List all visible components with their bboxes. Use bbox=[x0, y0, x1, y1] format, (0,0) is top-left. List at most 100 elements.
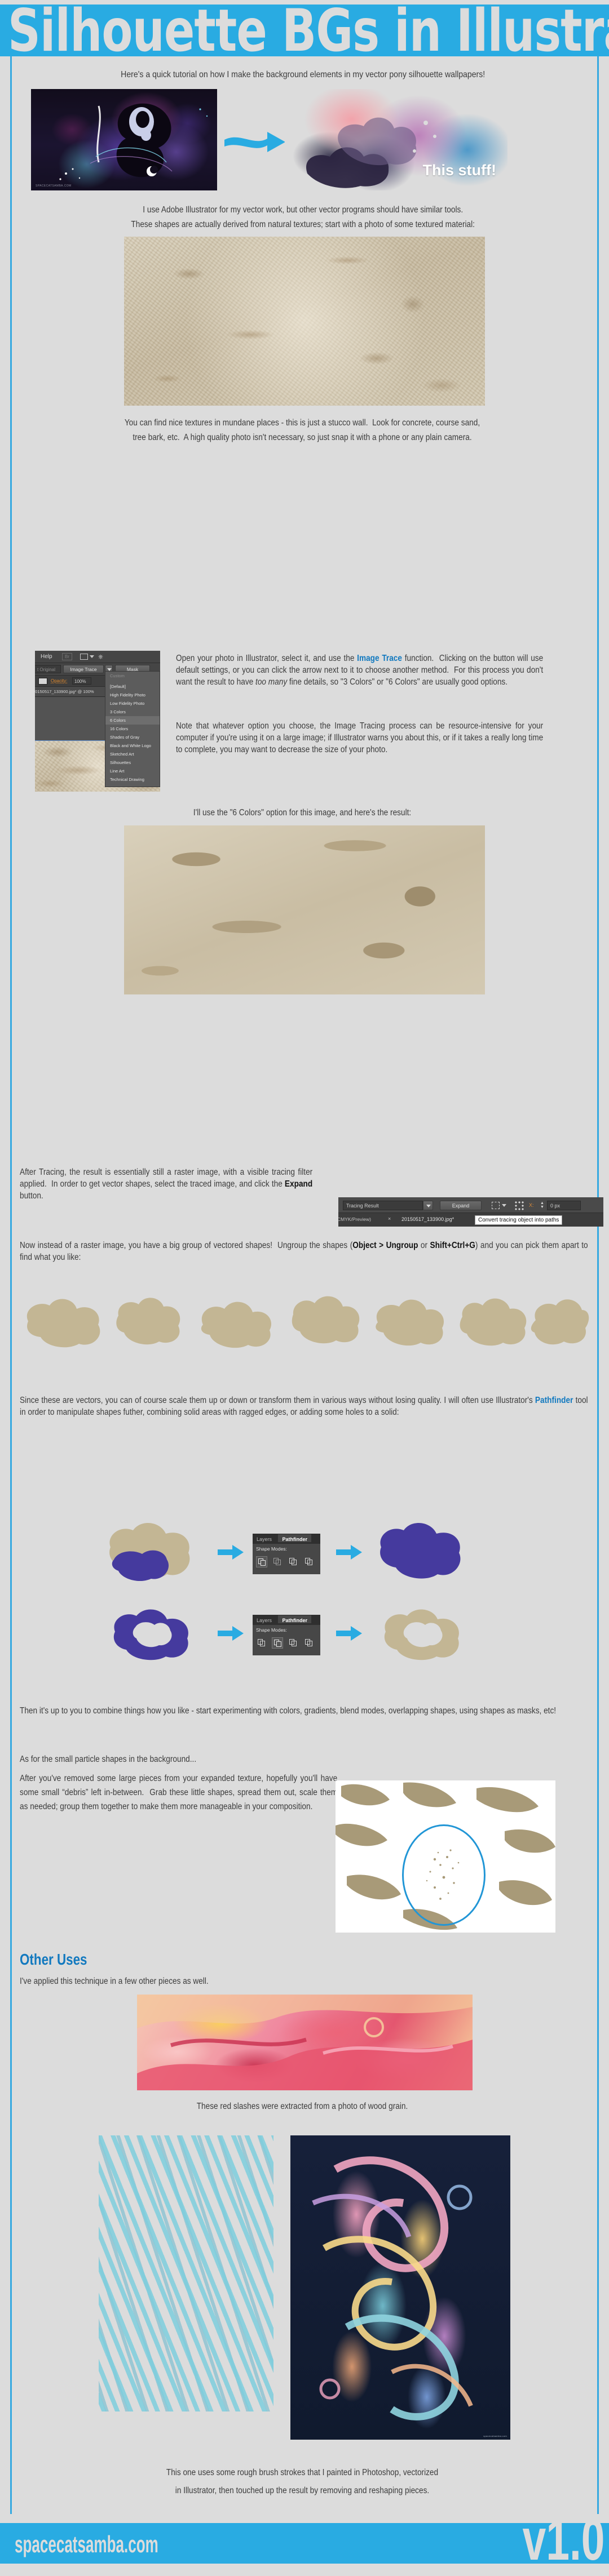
tab-pathfinder[interactable]: Pathfinder bbox=[278, 1534, 311, 1542]
menu-item-shades-of-gray[interactable]: Shades of Gray bbox=[105, 733, 160, 741]
image-trace-button[interactable]: Image Trace bbox=[63, 665, 104, 673]
pathfinder-arrow-2-icon bbox=[336, 1545, 362, 1560]
pathfinder-term: Pathfinder bbox=[535, 1396, 573, 1405]
red-slashes-artwork bbox=[137, 1995, 473, 2090]
expand-toolbar-row: Tracing Result Expand X: ▲ ▼ 0 px bbox=[338, 1197, 603, 1213]
trace-p1-ital: too many bbox=[255, 677, 288, 687]
version-label: v1.0 bbox=[522, 2523, 604, 2564]
tools-line-1: I use Adobe Illustrator for my vector wo… bbox=[143, 205, 464, 215]
bridge-button[interactable]: Br bbox=[62, 653, 72, 660]
menu-item-6-colors[interactable]: 6 Colors bbox=[105, 716, 160, 725]
opacity-value[interactable]: 100% bbox=[72, 677, 91, 685]
document-title: 20150517_133900.jpg* @ 100% bbox=[35, 689, 94, 694]
shape-mode-exclude-icon-2[interactable] bbox=[303, 1637, 315, 1649]
tab-layers-2[interactable]: Layers bbox=[253, 1615, 276, 1623]
shape-mode-minus-front-icon-2[interactable] bbox=[272, 1637, 283, 1649]
ungroup-bold-object: Object > Ungroup bbox=[352, 1241, 418, 1250]
texture-line-2: tree bark, etc. A high quality photo isn… bbox=[133, 433, 472, 442]
this-stuff-label: This stuff! bbox=[422, 162, 496, 179]
combine-paragraph-2: After you've removed some large pieces f… bbox=[20, 1774, 338, 1811]
image-trace-preset-menu[interactable]: Custom [Default] High Fidelity Photo Low… bbox=[105, 671, 160, 787]
debris-highlight-circle bbox=[402, 1824, 486, 1926]
tracing-preset-field[interactable]: Tracing Result bbox=[343, 1201, 423, 1210]
expand-doc-tabs: CMYK/Preview) × 20150517_133900.jpg* Con… bbox=[338, 1213, 603, 1227]
intro-line: Here's a quick tutorial on how I make th… bbox=[121, 70, 486, 79]
transform-grid-icon[interactable] bbox=[514, 1201, 524, 1210]
shape-modes-label-2: Shape Modes: bbox=[256, 1627, 287, 1633]
tab-layers[interactable]: Layers bbox=[253, 1534, 276, 1542]
stepper-icon[interactable]: ▲ ▼ bbox=[540, 1201, 545, 1210]
red-slash-shapes bbox=[137, 1995, 473, 2090]
pathfinder-demo-row-1-after bbox=[380, 1523, 461, 1579]
close-icon[interactable]: × bbox=[388, 1216, 391, 1222]
expand-tooltip: Convert tracing object into paths bbox=[475, 1215, 563, 1225]
poster-swirls bbox=[312, 2156, 473, 2420]
px-value-field[interactable]: 0 px bbox=[547, 1201, 581, 1210]
isolate-selection-icon[interactable] bbox=[492, 1202, 500, 1209]
shape-mode-minus-front-icon[interactable] bbox=[272, 1556, 283, 1567]
shape-mode-exclude-icon[interactable] bbox=[303, 1556, 315, 1567]
shape-mode-intersect-icon[interactable] bbox=[288, 1556, 299, 1567]
menu-item-custom[interactable]: Custom bbox=[105, 672, 160, 680]
menu-item-technical-drawing[interactable]: Technical Drawing bbox=[105, 775, 160, 784]
fill-swatch[interactable] bbox=[38, 678, 47, 685]
ai-menubar: Help Br ⎈ bbox=[35, 651, 160, 663]
pathfinder-demo-row-2-after bbox=[384, 1609, 459, 1660]
trace-p1-a: Open your photo in Illustrator, select i… bbox=[176, 654, 358, 663]
menu-item-line-art[interactable]: Line Art bbox=[105, 767, 160, 775]
menu-item-black-and-white-logo[interactable]: Black and White Logo bbox=[105, 741, 160, 750]
pathfinder-demo-row-2-before bbox=[113, 1609, 188, 1660]
pony-silhouette-art bbox=[59, 103, 208, 180]
pathfinder-tabs-1: Layers Pathfinder bbox=[253, 1534, 320, 1544]
workspace-switcher-icon[interactable]: ⎈ bbox=[98, 654, 103, 661]
vector-shapes-row bbox=[27, 1296, 589, 1348]
shape-mode-unite-icon[interactable] bbox=[256, 1556, 267, 1567]
pathfinder-demo-row-1-before bbox=[109, 1523, 190, 1582]
chevron-down-icon[interactable] bbox=[90, 655, 94, 658]
poster-watermark: spacecatsamba.com bbox=[483, 2435, 507, 2437]
ungroup-a: Now instead of a raster image, you have … bbox=[20, 1241, 353, 1250]
align-x-icon[interactable]: X: bbox=[529, 1202, 534, 1208]
tab-pathfinder-2[interactable]: Pathfinder bbox=[278, 1615, 311, 1623]
chevron-down-icon[interactable] bbox=[502, 1204, 506, 1207]
footer-banner: v1.0 spacecatsamba.com bbox=[0, 2523, 609, 2564]
embed-original-button[interactable]: t Original bbox=[35, 665, 61, 673]
expand-button[interactable]: Expand bbox=[440, 1201, 482, 1210]
expand-toolbar-screenshot: Tracing Result Expand X: ▲ ▼ 0 px CMYK/Pr… bbox=[338, 1197, 603, 1227]
menu-item-3-colors[interactable]: 3 Colors bbox=[105, 708, 160, 716]
tab-document[interactable]: 20150517_133900.jpg* bbox=[401, 1216, 454, 1222]
shape-mode-unite-icon-2[interactable] bbox=[256, 1637, 267, 1649]
arrange-documents-icon[interactable] bbox=[80, 654, 88, 660]
pathfinder-tabs-2: Layers Pathfinder bbox=[253, 1615, 320, 1625]
pathfinder-arrow-3-icon bbox=[218, 1626, 244, 1641]
menu-item-sketched-art[interactable]: Sketched Art bbox=[105, 750, 160, 758]
trace-p1-c: fine details, so "3 Colors" or "6 Colors… bbox=[287, 677, 508, 687]
ungroup-bold-shortcut: Shift+Ctrl+G bbox=[430, 1241, 475, 1250]
expand-a: After Tracing, the result is essentially… bbox=[20, 1167, 315, 1189]
menu-item-silhouettes[interactable]: Silhouettes bbox=[105, 758, 160, 767]
debris-detail-image bbox=[336, 1780, 555, 1933]
other-uses-heading: Other Uses bbox=[20, 1951, 87, 1968]
pathfinder-panel-2: Layers Pathfinder Shape Modes: bbox=[253, 1615, 320, 1655]
expand-bold: Expand bbox=[284, 1179, 313, 1189]
traced-result-image bbox=[124, 825, 485, 994]
teal-brush-artwork bbox=[99, 2135, 273, 2411]
shape-mode-intersect-icon-2[interactable] bbox=[288, 1637, 299, 1649]
stucco-photo bbox=[124, 237, 485, 406]
texture-line-1: You can find nice textures in mundane pl… bbox=[124, 418, 480, 428]
menu-item-16-colors[interactable]: 16 Colors bbox=[105, 725, 160, 733]
illustrator-screenshot: Help Br ⎈ t Original Image Trace Mask Op… bbox=[35, 651, 160, 792]
site-url: spacecatsamba.com bbox=[15, 2531, 158, 2557]
bottom-caption-line-1: This one uses some rough brush strokes t… bbox=[166, 2468, 439, 2477]
trace-paragraph-1: Open your photo in Illustrator, select i… bbox=[176, 652, 543, 688]
ungroup-b: or bbox=[418, 1241, 430, 1250]
menu-item-default[interactable]: [Default] bbox=[105, 682, 160, 691]
menu-help[interactable]: Help bbox=[41, 654, 52, 660]
pathfinder-panel-1: Layers Pathfinder Shape Modes: bbox=[253, 1534, 320, 1574]
menu-item-low-fidelity-photo[interactable]: Low Fidelity Photo bbox=[105, 699, 160, 708]
menu-item-high-fidelity-photo[interactable]: High Fidelity Photo bbox=[105, 691, 160, 699]
this-stuff-image: This stuff! bbox=[285, 89, 508, 190]
trace-paragraph-2: Note that whatever option you choose, th… bbox=[176, 721, 545, 754]
pathfinder-paragraph: Since these are vectors, you can of cour… bbox=[20, 1394, 588, 1418]
preset-dropdown-arrow[interactable] bbox=[423, 1201, 433, 1210]
